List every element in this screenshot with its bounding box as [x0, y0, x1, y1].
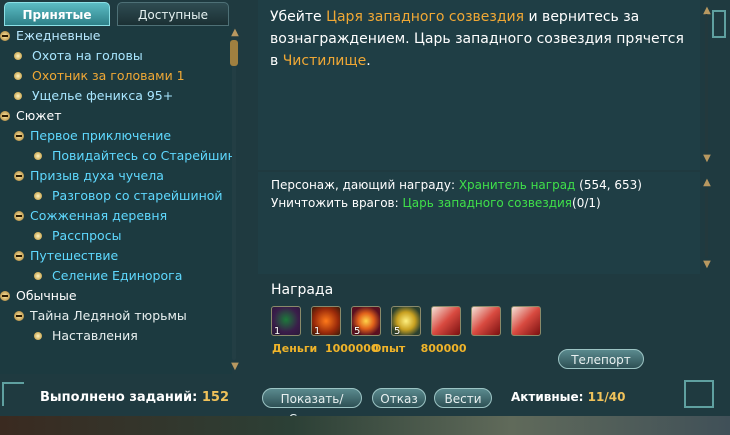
quest-tree-item[interactable]: Обычные: [0, 286, 77, 306]
kill-target-line: Уничтожить врагов: Царь западного созвез…: [271, 196, 601, 210]
target-name: Царя западного созвездия: [326, 9, 525, 25]
location-name: Чистилище: [282, 53, 367, 69]
scroll-up-icon[interactable]: ▲: [700, 178, 714, 188]
quest-tree-scrollbar[interactable]: ▲ ▼: [228, 26, 242, 374]
quest-tree-label: Селение Единорога: [52, 268, 183, 283]
collapse-icon[interactable]: [14, 211, 24, 221]
refuse-button[interactable]: Отказ: [372, 388, 426, 408]
description-text: Убейте Царя западного созвездия и вернит…: [270, 9, 684, 69]
quest-tree-label: Первое приключение: [30, 128, 172, 143]
background-scene: [0, 416, 730, 435]
quest-tree-item[interactable]: Разговор со старейшиной: [34, 186, 223, 206]
scroll-thumb[interactable]: [230, 40, 238, 66]
quest-tree-item[interactable]: Ежедневные: [0, 26, 100, 46]
quest-tree-item[interactable]: Селение Единорога: [34, 266, 182, 286]
bullet-icon: [34, 272, 42, 280]
quest-tree-item[interactable]: Наставления: [34, 326, 138, 346]
collapse-icon[interactable]: [14, 131, 24, 141]
quest-tree-item[interactable]: Сожженная деревня: [14, 206, 167, 226]
quest-tree-label: Призыв духа чучела: [30, 168, 164, 183]
scroll-item-icon[interactable]: [431, 306, 461, 336]
exp-reward: Опыт 800000: [372, 342, 467, 355]
beetle-item-icon[interactable]: 1: [271, 306, 301, 337]
quest-tree: Ежедневные Охота на головы Охотник за голо…: [0, 26, 236, 374]
scroll-down-icon[interactable]: ▼: [700, 260, 714, 270]
item-quantity: 5: [394, 326, 401, 337]
quest-tree-label: Охота на головы: [32, 48, 143, 63]
completed-count: Выполнено заданий: 152: [40, 390, 230, 405]
quest-tree-label: Охотник за головами 1: [32, 68, 185, 83]
collapse-icon[interactable]: [14, 311, 24, 321]
scroll-down-icon[interactable]: ▼: [228, 362, 242, 372]
scroll-item-icon[interactable]: [471, 306, 501, 336]
quest-tree-item[interactable]: Призыв духа чучела: [14, 166, 164, 186]
item-quantity: 5: [354, 326, 361, 337]
kill-target-link[interactable]: Царь западного созвездия: [402, 196, 572, 210]
quest-tree-label: Ущелье феникса 95+: [32, 88, 174, 103]
active-count: Активные: 11/40: [511, 390, 626, 404]
bullet-icon: [34, 192, 42, 200]
quest-tree-item[interactable]: Тайна Ледяной тюрьмы: [14, 306, 187, 326]
quest-tree-label: Обычные: [16, 288, 77, 303]
quest-tree-item[interactable]: Путешествие: [14, 246, 118, 266]
bullet-icon: [14, 52, 22, 60]
scroll-item-icon[interactable]: [511, 306, 541, 336]
bullet-icon: [34, 232, 42, 240]
corner-ornament: [2, 382, 24, 406]
quest-tree-item[interactable]: Повидайтесь со Старейшин: [34, 146, 236, 166]
quest-tree-item[interactable]: Первое приключение: [14, 126, 171, 146]
quest-tree-item[interactable]: Охотник за головами 1: [14, 66, 185, 86]
show-hide-button[interactable]: Показать/Скрыть: [262, 388, 362, 426]
collapse-icon[interactable]: [14, 251, 24, 261]
quest-tree-item[interactable]: Расспросы: [34, 226, 121, 246]
tab-accepted[interactable]: Принятые: [4, 2, 110, 26]
tab-available[interactable]: Доступные: [117, 2, 229, 26]
quest-tree-label: Путешествие: [30, 248, 119, 263]
money-reward: Деньги 1000000: [272, 342, 379, 355]
item-quantity: 1: [314, 326, 321, 337]
quest-tree-label: Наставления: [52, 328, 138, 343]
teleport-button[interactable]: Телепорт: [558, 349, 644, 369]
bullet-icon: [34, 332, 42, 340]
news-button[interactable]: Вести: [434, 388, 492, 408]
quest-objectives: Персонаж, дающий награду: Хранитель нагр…: [258, 172, 700, 274]
quest-tree-item[interactable]: Ущелье феникса 95+: [14, 86, 173, 106]
quest-tree-label: Тайна Ледяной тюрьмы: [30, 308, 187, 323]
collapse-icon[interactable]: [14, 171, 24, 181]
bullet-icon: [34, 152, 42, 160]
reward-giver-line: Персонаж, дающий награду: Хранитель нагр…: [271, 178, 642, 192]
quest-tree-label: Расспросы: [52, 228, 122, 243]
reward-section: Награда 1155 Деньги 1000000 Опыт 800000 …: [258, 280, 714, 376]
reward-giver-link[interactable]: Хранитель наград: [459, 178, 576, 192]
gold-orb-item-icon[interactable]: 5: [391, 306, 421, 337]
side-ornament: [712, 10, 726, 38]
quest-description: Убейте Царя западного созвездия и вернит…: [258, 0, 700, 170]
reward-title: Награда: [271, 282, 334, 298]
scroll-down-icon[interactable]: ▼: [700, 154, 714, 164]
red-orb-item-icon[interactable]: 5: [351, 306, 381, 337]
quest-tree-label: Сюжет: [16, 108, 62, 123]
chest-item-icon[interactable]: 1: [311, 306, 341, 337]
item-quantity: 1: [274, 326, 281, 337]
collapse-icon[interactable]: [0, 291, 10, 301]
bullet-icon: [14, 72, 22, 80]
collapse-icon[interactable]: [0, 31, 10, 41]
scroll-up-icon[interactable]: ▲: [228, 28, 242, 38]
quest-tree-label: Сожженная деревня: [30, 208, 168, 223]
quest-tree-item[interactable]: Охота на головы: [14, 46, 143, 66]
bullet-icon: [14, 92, 22, 100]
objectives-scrollbar[interactable]: ▲ ▼: [700, 174, 714, 274]
quest-tree-item[interactable]: Сюжет: [0, 106, 61, 126]
quest-tree-label: Ежедневные: [16, 28, 101, 43]
corner-ornament: [684, 380, 714, 408]
quest-tree-label: Повидайтесь со Старейшин: [52, 148, 236, 163]
collapse-icon[interactable]: [0, 111, 10, 121]
quest-tree-label: Разговор со старейшиной: [52, 188, 223, 203]
